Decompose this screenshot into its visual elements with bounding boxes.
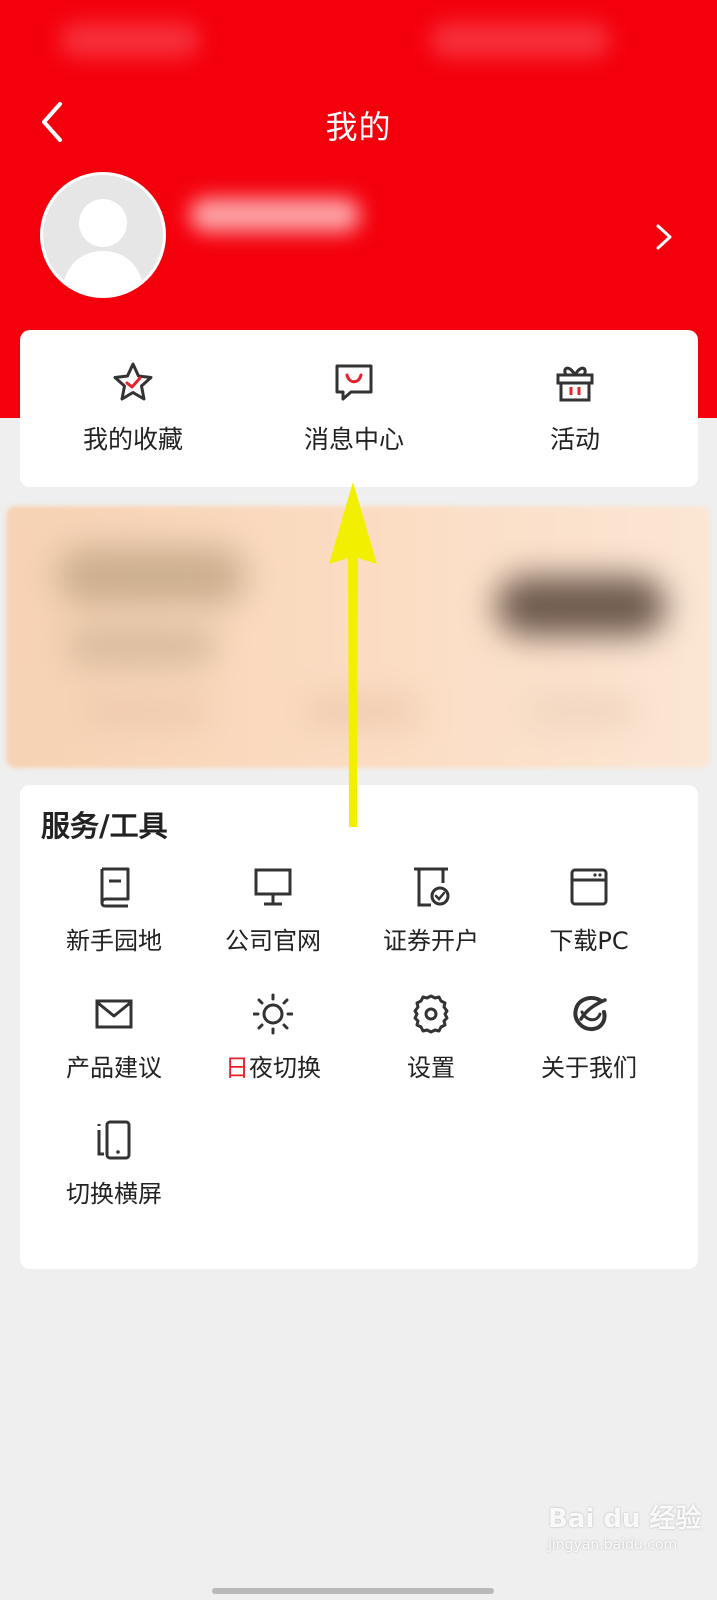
- status-bar-blurred: [60, 22, 200, 58]
- avatar[interactable]: [40, 172, 166, 298]
- book-icon: [100, 867, 130, 908]
- annotation-arrow-icon: [329, 482, 377, 827]
- favorites-button[interactable]: 我的收藏: [20, 330, 246, 487]
- banner-blur-button: [496, 576, 666, 636]
- status-bar-blurred-right: [430, 22, 610, 58]
- banner-blur-dot-1: [86, 701, 206, 721]
- message-center-label: 消息中心: [303, 425, 404, 454]
- beginners-guide-label: 新手园地: [66, 927, 162, 955]
- day-night-toggle-button[interactable]: 日夜切换: [188, 992, 358, 1102]
- activity-label: 活动: [549, 425, 600, 454]
- watermark-text: Bai du 经验: [548, 1504, 702, 1534]
- window-icon: [570, 868, 608, 906]
- profile-detail-arrow[interactable]: [652, 222, 676, 252]
- banner-blur-subtext: [66, 626, 216, 666]
- beginners-guide-button[interactable]: 新手园地: [29, 865, 199, 975]
- download-pc-label: 下载PC: [549, 927, 629, 955]
- gear-icon: [413, 994, 449, 1034]
- download-pc-button[interactable]: 下载PC: [504, 865, 674, 975]
- landscape-toggle-label: 切换横屏: [66, 1180, 162, 1208]
- mail-icon: [95, 999, 133, 1029]
- account-open-icon: [414, 867, 450, 907]
- settings-label: 设置: [407, 1054, 455, 1082]
- tools-section-title: 服务/工具: [41, 809, 168, 843]
- day-night-toggle-label: 日夜切换: [188, 1048, 358, 1083]
- home-indicator[interactable]: [212, 1588, 494, 1594]
- baidu-watermark: Bai du 经验 jingyan.baidu.com: [548, 1498, 702, 1553]
- open-account-button[interactable]: 证券开户: [346, 865, 516, 975]
- monitor-icon: [254, 868, 292, 906]
- chevron-right-icon: [656, 224, 672, 250]
- company-website-label: 公司官网: [225, 927, 321, 955]
- banner-blur-text: [56, 546, 246, 606]
- banner-blur-dot-3: [526, 701, 636, 721]
- message-icon: [335, 364, 373, 401]
- watermark-url: jingyan.baidu.com: [548, 1537, 678, 1553]
- sun-icon: [253, 993, 293, 1035]
- star-icon: [113, 362, 153, 401]
- product-feedback-label: 产品建议: [66, 1054, 162, 1082]
- username-blurred: [190, 198, 360, 232]
- day-night-rest-text: 夜切换: [249, 1054, 321, 1082]
- tools-card: 服务/工具 新手园地 公司官网 证券开户 下载PC 产品建议 日夜切换 设置 关…: [20, 785, 698, 1269]
- page-title: 我的: [325, 108, 392, 146]
- landscape-toggle-button[interactable]: 切换横屏: [29, 1118, 199, 1228]
- activity-button[interactable]: 活动: [462, 330, 688, 487]
- product-feedback-button[interactable]: 产品建议: [29, 992, 199, 1102]
- rotate-screen-icon: [97, 1120, 131, 1160]
- open-account-label: 证券开户: [383, 927, 479, 955]
- day-night-accent-char: 日: [225, 1054, 249, 1082]
- favorites-label: 我的收藏: [82, 425, 183, 454]
- message-center-button[interactable]: 消息中心: [241, 330, 467, 487]
- company-website-button[interactable]: 公司官网: [188, 865, 358, 975]
- settings-button[interactable]: 设置: [346, 992, 516, 1102]
- about-us-button[interactable]: 关于我们: [504, 992, 674, 1102]
- about-us-label: 关于我们: [541, 1054, 637, 1082]
- quick-actions-card: 我的收藏 消息中心 活动: [20, 330, 698, 487]
- brand-logo-icon: [573, 995, 607, 1032]
- gift-icon: [556, 366, 594, 402]
- default-user-icon: [61, 199, 145, 295]
